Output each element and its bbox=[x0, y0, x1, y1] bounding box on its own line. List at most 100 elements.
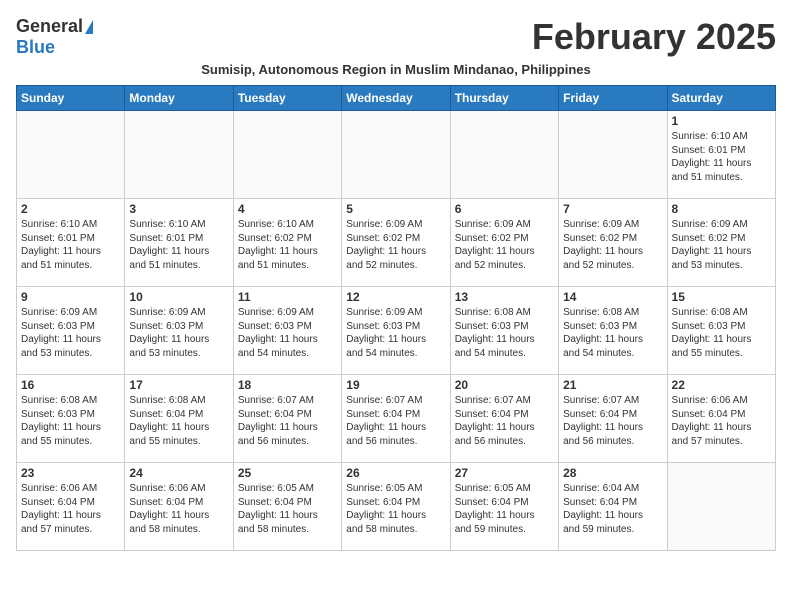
day-info: Sunrise: 6:05 AMSunset: 6:04 PMDaylight:… bbox=[346, 482, 445, 536]
calendar-cell: 13 Sunrise: 6:08 AMSunset: 6:03 PMDayligh… bbox=[450, 287, 558, 375]
calendar-cell: 23 Sunrise: 6:06 AMSunset: 6:04 PMDayligh… bbox=[17, 463, 125, 551]
day-of-week-header: Friday bbox=[559, 86, 667, 111]
day-number: 8 bbox=[672, 202, 771, 216]
calendar-week-row: 1 Sunrise: 6:10 AMSunset: 6:01 PMDaylight… bbox=[17, 111, 776, 199]
subtitle: Sumisip, Autonomous Region in Muslim Min… bbox=[16, 62, 776, 77]
day-info: Sunrise: 6:08 AMSunset: 6:03 PMDaylight:… bbox=[455, 306, 554, 360]
month-title: February 2025 bbox=[532, 16, 776, 58]
day-number: 3 bbox=[129, 202, 228, 216]
day-of-week-header: Sunday bbox=[17, 86, 125, 111]
calendar-cell: 11Sunrise: 6:09 AMSunset: 6:03 PMDayligh… bbox=[233, 287, 341, 375]
calendar-cell: 9 Sunrise: 6:09 AMSunset: 6:03 PMDaylight… bbox=[17, 287, 125, 375]
day-info: Sunrise: 6:04 AMSunset: 6:04 PMDaylight:… bbox=[563, 482, 662, 536]
day-number: 26 bbox=[346, 466, 445, 480]
calendar-cell: 22 Sunrise: 6:06 AMSunset: 6:04 PMDayligh… bbox=[667, 375, 775, 463]
day-number: 9 bbox=[21, 290, 120, 304]
day-info: Sunrise: 6:07 AMSunset: 6:04 PMDaylight:… bbox=[238, 394, 337, 448]
day-of-week-header: Wednesday bbox=[342, 86, 450, 111]
day-info: Sunrise: 6:10 AMSunset: 6:01 PMDaylight:… bbox=[672, 130, 771, 184]
calendar-week-row: 16 Sunrise: 6:08 AMSunset: 6:03 PMDayligh… bbox=[17, 375, 776, 463]
calendar-cell bbox=[450, 111, 558, 199]
day-number: 2 bbox=[21, 202, 120, 216]
day-number: 28 bbox=[563, 466, 662, 480]
calendar-cell bbox=[667, 463, 775, 551]
calendar-cell: 25 Sunrise: 6:05 AMSunset: 6:04 PMDayligh… bbox=[233, 463, 341, 551]
day-info: Sunrise: 6:08 AMSunset: 6:03 PMDaylight:… bbox=[672, 306, 771, 360]
day-info: Sunrise: 6:09 AMSunset: 6:02 PMDaylight:… bbox=[346, 218, 445, 272]
day-number: 7 bbox=[563, 202, 662, 216]
calendar-cell: 5 Sunrise: 6:09 AMSunset: 6:02 PMDaylight… bbox=[342, 199, 450, 287]
calendar-cell: 16 Sunrise: 6:08 AMSunset: 6:03 PMDayligh… bbox=[17, 375, 125, 463]
day-info: Sunrise: 6:06 AMSunset: 6:04 PMDaylight:… bbox=[672, 394, 771, 448]
day-info: Sunrise: 6:09 AMSunset: 6:03 PMDaylight:… bbox=[346, 306, 445, 360]
day-number: 14 bbox=[563, 290, 662, 304]
calendar-cell bbox=[125, 111, 233, 199]
day-number: 27 bbox=[455, 466, 554, 480]
calendar-week-row: 2 Sunrise: 6:10 AMSunset: 6:01 PMDaylight… bbox=[17, 199, 776, 287]
day-number: 22 bbox=[672, 378, 771, 392]
day-number: 15 bbox=[672, 290, 771, 304]
calendar-cell bbox=[17, 111, 125, 199]
calendar-cell: 28 Sunrise: 6:04 AMSunset: 6:04 PMDayligh… bbox=[559, 463, 667, 551]
calendar-cell: 3 Sunrise: 6:10 AMSunset: 6:01 PMDaylight… bbox=[125, 199, 233, 287]
logo-general-text: General bbox=[16, 16, 83, 37]
calendar-table: SundayMondayTuesdayWednesdayThursdayFrid… bbox=[16, 85, 776, 551]
day-info: Sunrise: 6:08 AMSunset: 6:04 PMDaylight:… bbox=[129, 394, 228, 448]
day-number: 6 bbox=[455, 202, 554, 216]
calendar-cell: 8 Sunrise: 6:09 AMSunset: 6:02 PMDaylight… bbox=[667, 199, 775, 287]
logo-triangle-icon bbox=[85, 20, 93, 34]
logo-blue-text: Blue bbox=[16, 37, 55, 58]
day-info: Sunrise: 6:08 AMSunset: 6:03 PMDaylight:… bbox=[563, 306, 662, 360]
day-info: Sunrise: 6:09 AMSunset: 6:03 PMDaylight:… bbox=[129, 306, 228, 360]
day-number: 5 bbox=[346, 202, 445, 216]
calendar-cell: 4 Sunrise: 6:10 AMSunset: 6:02 PMDaylight… bbox=[233, 199, 341, 287]
day-of-week-header: Saturday bbox=[667, 86, 775, 111]
day-info: Sunrise: 6:06 AMSunset: 6:04 PMDaylight:… bbox=[129, 482, 228, 536]
day-number: 13 bbox=[455, 290, 554, 304]
day-number: 12 bbox=[346, 290, 445, 304]
calendar-cell: 19Sunrise: 6:07 AMSunset: 6:04 PMDayligh… bbox=[342, 375, 450, 463]
calendar-cell: 10 Sunrise: 6:09 AMSunset: 6:03 PMDayligh… bbox=[125, 287, 233, 375]
calendar-cell: 27 Sunrise: 6:05 AMSunset: 6:04 PMDayligh… bbox=[450, 463, 558, 551]
calendar-cell: 12 Sunrise: 6:09 AMSunset: 6:03 PMDayligh… bbox=[342, 287, 450, 375]
day-of-week-header: Thursday bbox=[450, 86, 558, 111]
calendar-cell: 24Sunrise: 6:06 AMSunset: 6:04 PMDayligh… bbox=[125, 463, 233, 551]
day-info: Sunrise: 6:10 AMSunset: 6:01 PMDaylight:… bbox=[129, 218, 228, 272]
calendar-cell: 14 Sunrise: 6:08 AMSunset: 6:03 PMDayligh… bbox=[559, 287, 667, 375]
day-info: Sunrise: 6:07 AMSunset: 6:04 PMDaylight:… bbox=[346, 394, 445, 448]
day-info: Sunrise: 6:09 AMSunset: 6:02 PMDaylight:… bbox=[455, 218, 554, 272]
calendar-cell: 18 Sunrise: 6:07 AMSunset: 6:04 PMDayligh… bbox=[233, 375, 341, 463]
day-number: 23 bbox=[21, 466, 120, 480]
calendar-header-row: SundayMondayTuesdayWednesdayThursdayFrid… bbox=[17, 86, 776, 111]
day-info: Sunrise: 6:08 AMSunset: 6:03 PMDaylight:… bbox=[21, 394, 120, 448]
day-number: 17 bbox=[129, 378, 228, 392]
day-info: Sunrise: 6:10 AMSunset: 6:02 PMDaylight:… bbox=[238, 218, 337, 272]
day-number: 1 bbox=[672, 114, 771, 128]
day-number: 16 bbox=[21, 378, 120, 392]
calendar-week-row: 23 Sunrise: 6:06 AMSunset: 6:04 PMDayligh… bbox=[17, 463, 776, 551]
day-of-week-header: Monday bbox=[125, 86, 233, 111]
calendar-cell: 2 Sunrise: 6:10 AMSunset: 6:01 PMDaylight… bbox=[17, 199, 125, 287]
day-number: 25 bbox=[238, 466, 337, 480]
calendar-cell: 17 Sunrise: 6:08 AMSunset: 6:04 PMDayligh… bbox=[125, 375, 233, 463]
day-number: 4 bbox=[238, 202, 337, 216]
day-info: Sunrise: 6:09 AMSunset: 6:03 PMDaylight:… bbox=[238, 306, 337, 360]
day-number: 18 bbox=[238, 378, 337, 392]
calendar-cell: 1 Sunrise: 6:10 AMSunset: 6:01 PMDaylight… bbox=[667, 111, 775, 199]
day-info: Sunrise: 6:07 AMSunset: 6:04 PMDaylight:… bbox=[455, 394, 554, 448]
day-of-week-header: Tuesday bbox=[233, 86, 341, 111]
day-number: 20 bbox=[455, 378, 554, 392]
day-number: 10 bbox=[129, 290, 228, 304]
day-info: Sunrise: 6:10 AMSunset: 6:01 PMDaylight:… bbox=[21, 218, 120, 272]
day-info: Sunrise: 6:05 AMSunset: 6:04 PMDaylight:… bbox=[455, 482, 554, 536]
day-info: Sunrise: 6:06 AMSunset: 6:04 PMDaylight:… bbox=[21, 482, 120, 536]
calendar-cell bbox=[559, 111, 667, 199]
day-info: Sunrise: 6:05 AMSunset: 6:04 PMDaylight:… bbox=[238, 482, 337, 536]
calendar-cell: 15 Sunrise: 6:08 AMSunset: 6:03 PMDayligh… bbox=[667, 287, 775, 375]
day-number: 21 bbox=[563, 378, 662, 392]
day-info: Sunrise: 6:09 AMSunset: 6:03 PMDaylight:… bbox=[21, 306, 120, 360]
logo: General Blue bbox=[16, 16, 93, 58]
day-info: Sunrise: 6:07 AMSunset: 6:04 PMDaylight:… bbox=[563, 394, 662, 448]
calendar-cell: 21 Sunrise: 6:07 AMSunset: 6:04 PMDayligh… bbox=[559, 375, 667, 463]
day-info: Sunrise: 6:09 AMSunset: 6:02 PMDaylight:… bbox=[672, 218, 771, 272]
